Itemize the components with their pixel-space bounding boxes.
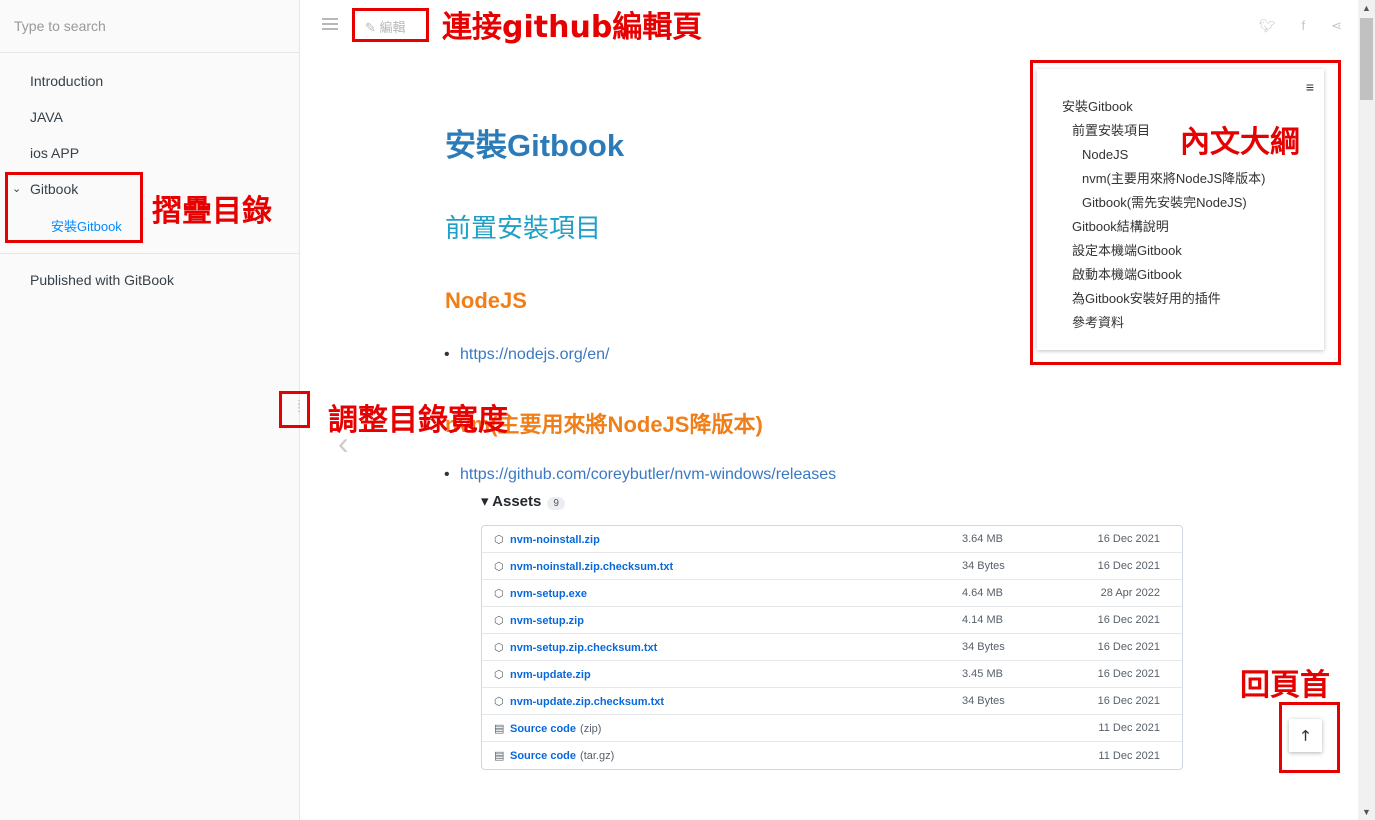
facebook-icon[interactable]: f [1301, 18, 1305, 34]
table-row: ⬡ nvm-setup.zip.checksum.txt 34 Bytes 16 De… [482, 634, 1182, 661]
asset-link[interactable]: ⬡ nvm-update.zip.checksum.txt [482, 695, 962, 708]
assets-toggle[interactable]: ▾ Assets 9 [481, 492, 565, 510]
scrollbar[interactable]: ▲ ▼ [1358, 0, 1375, 820]
asset-date: 16 Dec 2021 [1097, 641, 1160, 653]
asset-size: 34 Bytes [962, 641, 1005, 653]
asset-size: 4.64 MB [962, 587, 1003, 599]
twitter-icon[interactable]: 🐦︎ [1259, 18, 1276, 34]
table-row: ⬡ nvm-noinstall.zip.checksum.txt 34 Bytes 1… [482, 553, 1182, 580]
share-icon[interactable]: ⋖ [1331, 18, 1342, 34]
asset-date: 16 Dec 2021 [1097, 560, 1160, 572]
scroll-up-icon[interactable]: ▲ [1362, 3, 1371, 13]
nvm-link[interactable]: https://github.com/coreybutler/nvm-windo… [444, 466, 836, 484]
package-icon: ⬡ [494, 560, 504, 573]
asset-link[interactable]: ⬡ nvm-setup.exe [482, 587, 962, 600]
sidebar-item-introduction[interactable]: Introduction [0, 63, 299, 99]
asset-date: 16 Dec 2021 [1097, 695, 1160, 707]
annotation-box-edit [352, 8, 429, 42]
asset-link[interactable]: ⬡ nvm-setup.zip [482, 614, 962, 627]
asset-link[interactable]: ▤ Source code (zip) [482, 722, 962, 735]
scrollbar-thumb[interactable] [1360, 18, 1373, 100]
package-icon: ⬡ [494, 533, 504, 546]
table-row: ▤ Source code (zip) 11 Dec 2021 [482, 715, 1182, 742]
package-icon: ⬡ [494, 668, 504, 681]
asset-link[interactable]: ⬡ nvm-noinstall.zip.checksum.txt [482, 560, 962, 573]
annotation-edit: 連接github編輯頁 [442, 10, 703, 45]
page-title: 安裝Gitbook [445, 128, 625, 163]
asset-link[interactable]: ⬡ nvm-update.zip [482, 668, 962, 681]
asset-name-text: nvm-setup.exe [510, 587, 588, 600]
scroll-down-icon[interactable]: ▼ [1362, 807, 1371, 817]
package-icon: ⬡ [494, 695, 504, 708]
sidebar-item-ios-app[interactable]: ios APP [0, 135, 299, 171]
table-row: ⬡ nvm-setup.exe 4.64 MB 28 Apr 2022 [482, 580, 1182, 607]
package-icon: ⬡ [494, 587, 504, 600]
divider [0, 253, 299, 254]
package-icon: ⬡ [494, 614, 504, 627]
table-row: ⬡ nvm-setup.zip 4.14 MB 16 Dec 2021 [482, 607, 1182, 634]
annotation-box-toc [1030, 60, 1341, 365]
asset-format-text: (tar.gz) [580, 750, 615, 762]
table-row: ⬡ nvm-noinstall.zip 3.64 MB 16 Dec 2021 [482, 526, 1182, 553]
assets-table: ⬡ nvm-noinstall.zip 3.64 MB 16 Dec 2021 ⬡ nvm… [481, 525, 1183, 770]
asset-format-text: (zip) [580, 722, 602, 735]
asset-date: 16 Dec 2021 [1097, 533, 1160, 545]
asset-size: 3.45 MB [962, 668, 1003, 680]
published-link[interactable]: Published with GitBook [0, 262, 299, 298]
file-zip-icon: ▤ [494, 722, 505, 735]
assets-count-badge: 9 [547, 497, 565, 510]
asset-name-text: nvm-setup.zip.checksum.txt [510, 641, 658, 654]
annotation-box-backtop [1279, 702, 1340, 773]
annotation-resize: 調整目錄寬度 [328, 403, 508, 438]
asset-name-text: nvm-update.zip.checksum.txt [510, 695, 665, 708]
asset-name-text: nvm-noinstall.zip.checksum.txt [510, 560, 674, 573]
annotation-box-collapse [5, 172, 143, 243]
asset-date: 28 Apr 2022 [1100, 587, 1160, 599]
sidebar: Type to search Introduction JAVA ios APP… [0, 0, 300, 820]
asset-date: 16 Dec 2021 [1097, 614, 1160, 626]
asset-size: 34 Bytes [962, 560, 1005, 572]
asset-name-text: nvm-noinstall.zip [510, 533, 600, 546]
asset-size: 4.14 MB [962, 614, 1003, 626]
asset-date: 11 Dec 2021 [1098, 722, 1160, 734]
annotation-collapse: 摺疊目錄 [152, 194, 272, 229]
menu-icon[interactable] [322, 18, 338, 31]
asset-date: 16 Dec 2021 [1097, 668, 1160, 680]
asset-name-text: Source code [510, 722, 577, 735]
package-icon: ⬡ [494, 641, 504, 654]
asset-name-text: nvm-update.zip [510, 668, 591, 681]
annotation-box-resize [279, 391, 310, 428]
sidebar-item-java[interactable]: JAVA [0, 99, 299, 135]
nodejs-link[interactable]: https://nodejs.org/en/ [444, 346, 609, 364]
file-zip-icon: ▤ [494, 750, 505, 762]
asset-link[interactable]: ▤ Source code (tar.gz) [482, 749, 962, 762]
section-heading: 前置安裝項目 [445, 213, 602, 243]
asset-link[interactable]: ⬡ nvm-noinstall.zip [482, 533, 962, 546]
asset-date: 11 Dec 2021 [1098, 749, 1160, 762]
table-row: ⬡ nvm-update.zip.checksum.txt 34 Bytes 16 D… [482, 688, 1182, 715]
search-input[interactable]: Type to search [0, 0, 299, 53]
annotation-toc: 內文大綱 [1180, 125, 1300, 160]
table-row: ▤ Source code (tar.gz) 11 Dec 2021 [482, 742, 1182, 769]
asset-size: 34 Bytes [962, 695, 1005, 707]
asset-name-text: nvm-setup.zip [510, 614, 584, 627]
asset-link[interactable]: ⬡ nvm-setup.zip.checksum.txt [482, 641, 962, 654]
share-icons: 🐦︎ f ⋖ [1259, 18, 1342, 34]
asset-name-text: Source code [510, 750, 577, 762]
annotation-backtop: 回頁首 [1240, 668, 1330, 703]
table-row: ⬡ nvm-update.zip 3.45 MB 16 Dec 2021 [482, 661, 1182, 688]
subsection-heading-nodejs: NodeJS [445, 288, 527, 313]
asset-size: 3.64 MB [962, 533, 1003, 545]
